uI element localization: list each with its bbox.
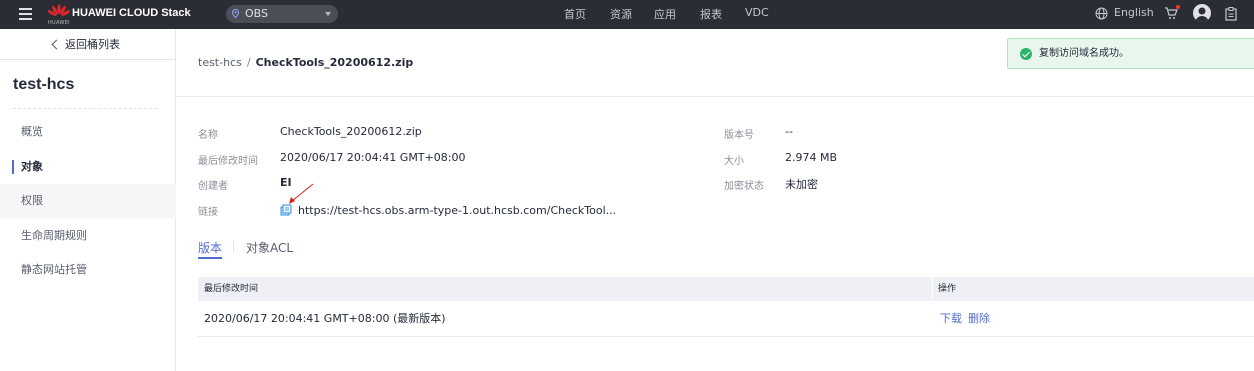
table-header: 最后修改时间 操作	[198, 277, 1254, 301]
download-link[interactable]: 下载	[940, 301, 962, 337]
sidebar-item-lifecycle[interactable]: 生命周期规则	[0, 219, 176, 253]
service-selector[interactable]: OBS	[226, 5, 338, 23]
language-switch[interactable]: English	[1095, 6, 1154, 20]
sidebar-item-objects[interactable]: 对象	[0, 150, 176, 184]
sidebar: 返回桶列表 test-hcs 概览 对象 权限 生命周期规则 静态网站托管	[0, 29, 176, 371]
check-circle-icon	[1020, 48, 1032, 60]
nav-vdc[interactable]: VDC	[745, 6, 769, 19]
user-icon	[1195, 7, 1209, 22]
breadcrumb-current: CheckTools_20200612.zip	[255, 56, 414, 69]
name-label: 名称	[198, 130, 218, 141]
object-link[interactable]: https://test-hcs.obs.arm-type-1.out.hcsb…	[298, 204, 616, 217]
brand-name: HUAWEI CLOUD Stack	[72, 7, 191, 19]
nav-home[interactable]: 首页	[564, 6, 586, 22]
encryption-value: 未加密	[785, 178, 818, 191]
back-to-bucket-list[interactable]: 返回桶列表	[0, 29, 176, 60]
avatar[interactable]	[1193, 4, 1211, 22]
nav-reports[interactable]: 报表	[700, 6, 722, 22]
chevron-down-icon	[325, 12, 331, 16]
breadcrumb-bucket[interactable]: test-hcs	[198, 56, 242, 69]
clipboard-icon[interactable]	[1225, 7, 1237, 21]
service-selector-value: OBS	[245, 7, 268, 20]
modified-label: 最后修改时间	[198, 156, 258, 167]
version-value: --	[785, 125, 793, 138]
link-label: 链接	[198, 207, 218, 218]
hamburger-menu-icon[interactable]	[19, 8, 32, 20]
size-label: 大小	[724, 156, 744, 167]
red-arrow-annotation	[289, 183, 314, 204]
chevron-left-icon	[51, 39, 62, 50]
sidebar-divider	[13, 108, 157, 109]
breadcrumb: test-hcs / CheckTools_20200612.zip	[198, 56, 413, 69]
header-divider	[177, 96, 1254, 97]
cart-badge	[1176, 5, 1180, 9]
back-label: 返回桶列表	[65, 38, 120, 51]
encryption-label: 加密状态	[724, 181, 764, 192]
sidebar-item-static-website[interactable]: 静态网站托管	[0, 253, 176, 287]
column-header-modified: 最后修改时间	[204, 284, 259, 294]
modified-value: 2020/06/17 20:04:41 GMT+08:00	[280, 151, 466, 164]
location-pin-icon	[232, 9, 239, 18]
creator-label: 创建者	[198, 181, 228, 192]
sidebar-item-permissions[interactable]: 权限	[0, 184, 176, 218]
column-header-actions: 操作	[938, 284, 957, 294]
name-value: CheckTools_20200612.zip	[280, 125, 422, 138]
sidebar-item-overview[interactable]: 概览	[0, 115, 176, 149]
top-bar: HUAWEI HUAWEI CLOUD Stack OBS 首页 资源 应用 报…	[0, 0, 1254, 29]
delete-link[interactable]: 删除	[968, 301, 990, 337]
breadcrumb-separator: /	[246, 56, 251, 69]
toast-message: 复制访问域名成功。	[1039, 48, 1129, 59]
language-label: English	[1114, 6, 1154, 19]
table-row: 2020/06/17 20:04:41 GMT+08:00 (最新版本) 下载 …	[198, 301, 1254, 337]
tab-object-acl[interactable]: 对象ACL	[246, 239, 293, 256]
globe-icon	[1095, 7, 1108, 20]
tab-versions[interactable]: 版本	[198, 239, 222, 256]
success-toast: 复制访问域名成功。	[1007, 38, 1254, 69]
version-label: 版本号	[724, 130, 754, 141]
nav-applications[interactable]: 应用	[654, 6, 676, 22]
bucket-name: test-hcs	[13, 76, 75, 93]
row-modified: 2020/06/17 20:04:41 GMT+08:00 (最新版本)	[204, 312, 446, 325]
size-value: 2.974 MB	[785, 151, 838, 164]
nav-resources[interactable]: 资源	[610, 6, 632, 22]
column-divider	[932, 277, 933, 301]
logo-wordmark: HUAWEI	[48, 20, 70, 26]
tab-separator	[233, 240, 234, 252]
active-tab-underline	[198, 257, 222, 259]
